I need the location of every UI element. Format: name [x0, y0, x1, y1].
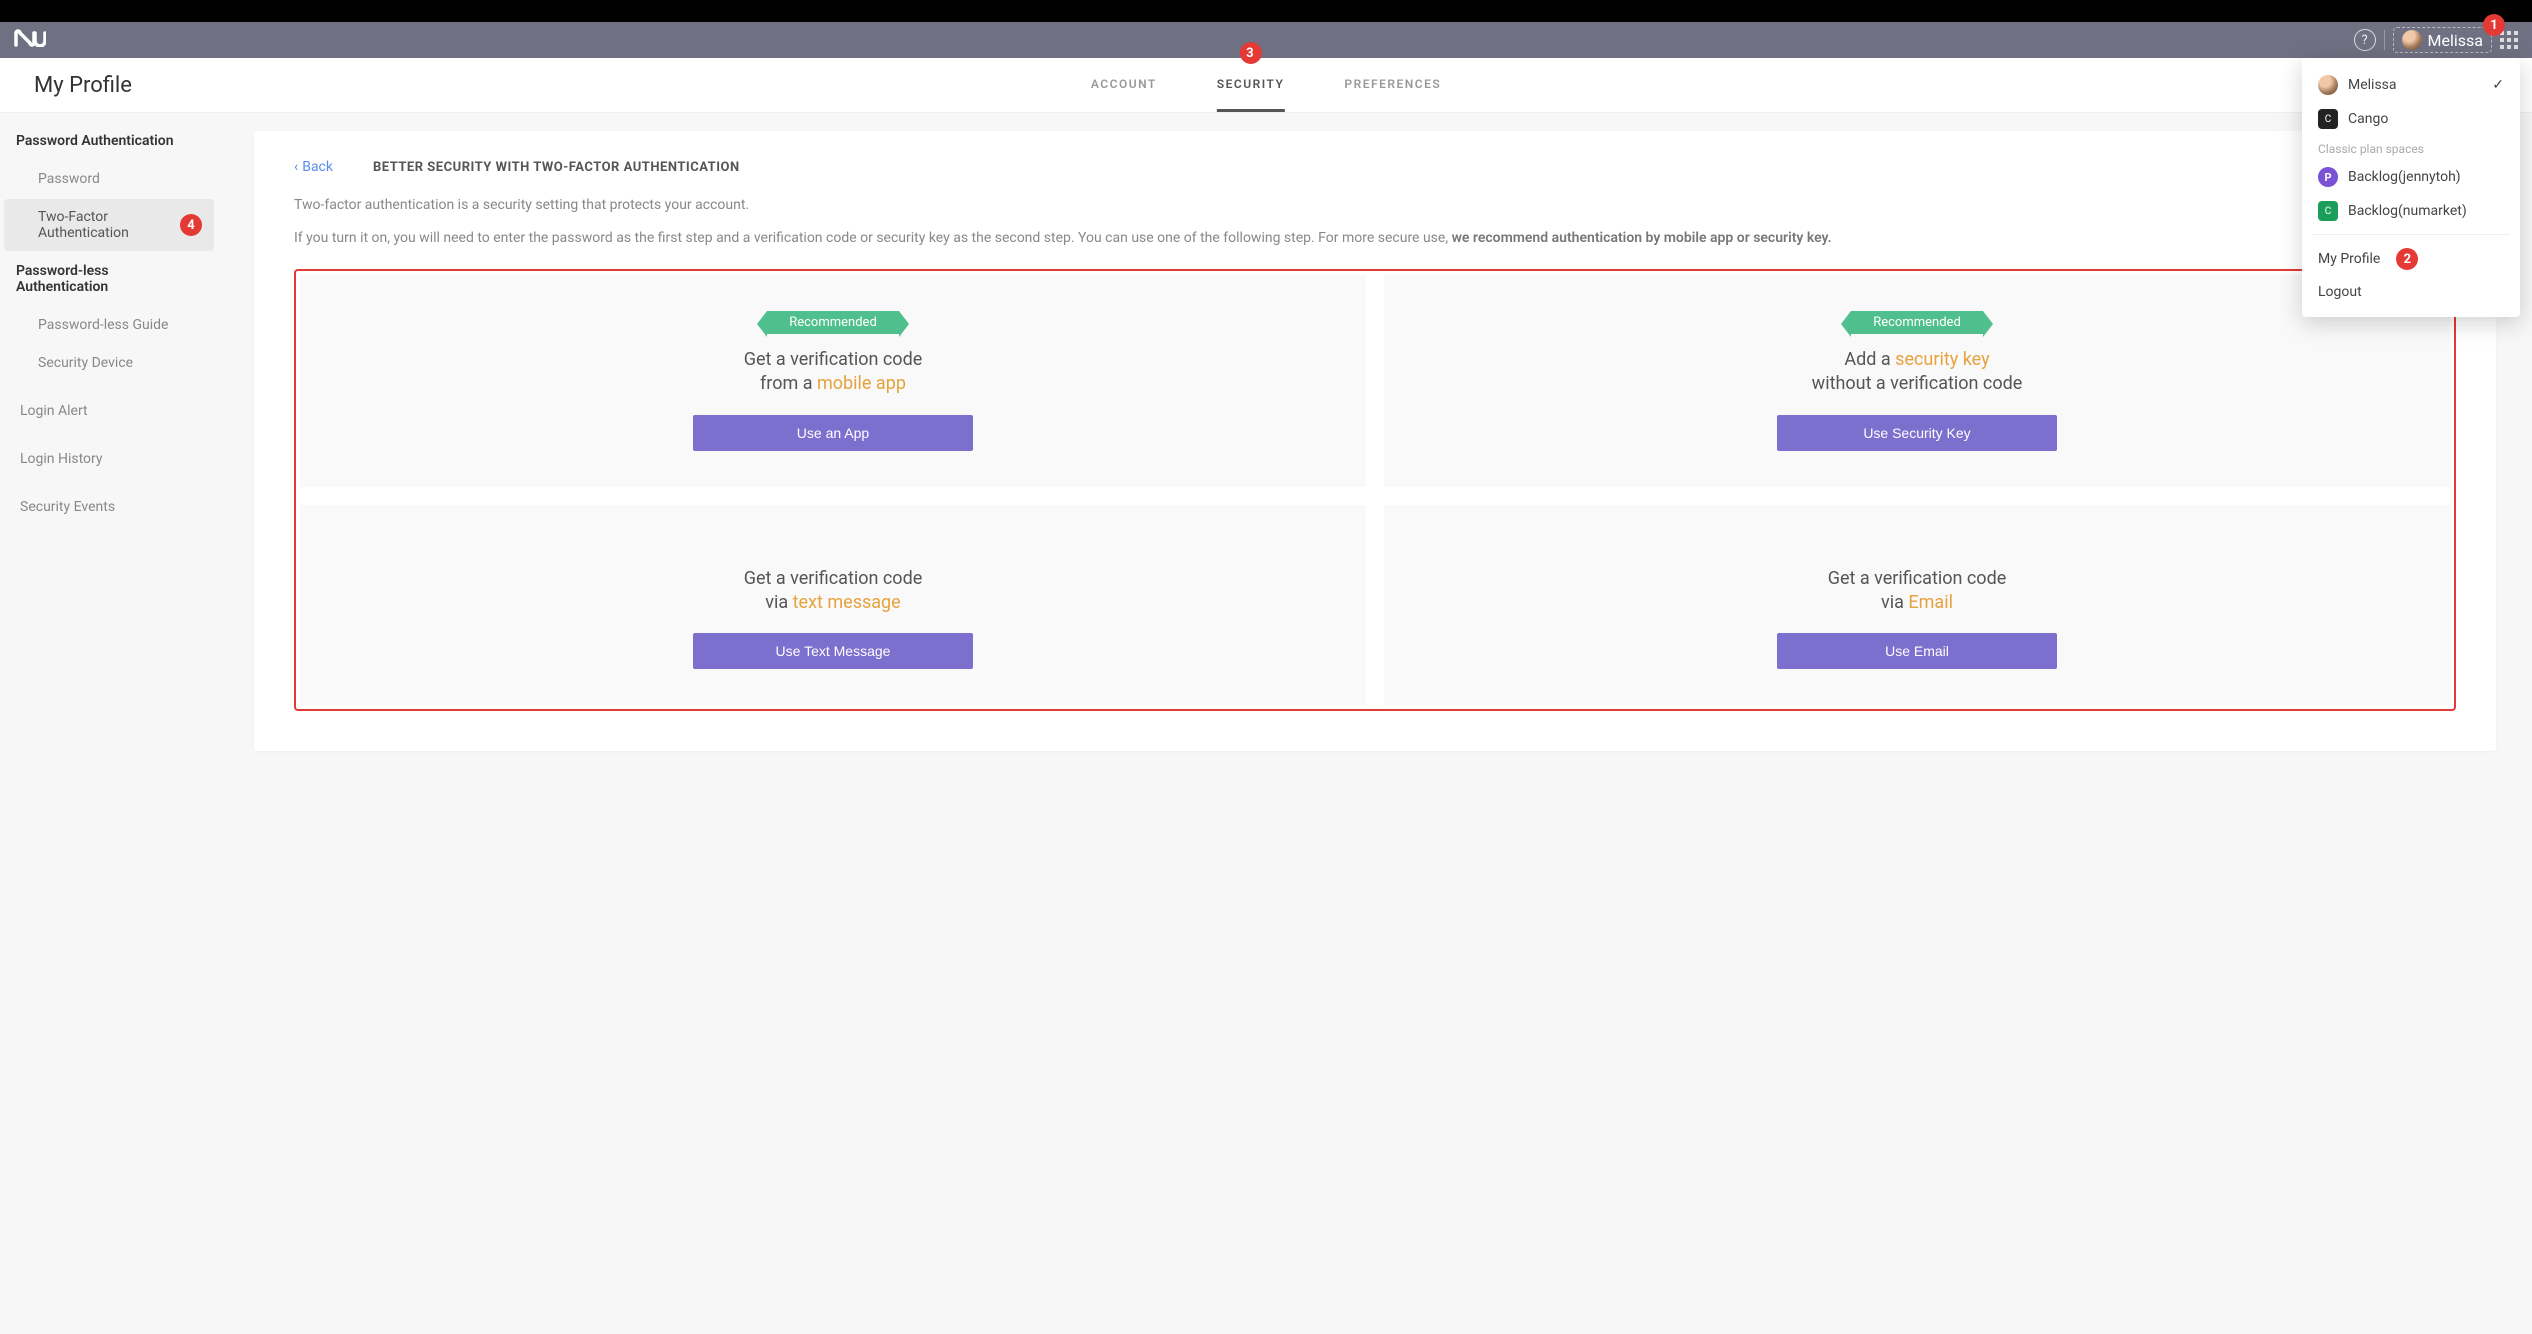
help-icon[interactable]: ?: [2354, 29, 2376, 51]
dropdown-space-backlog-numarket[interactable]: C Backlog(numarket): [2302, 194, 2520, 228]
tab-preferences[interactable]: PREFERENCES: [1344, 58, 1441, 112]
main-tabs: ACCOUNT SECURITY 3 PREFERENCES: [1091, 58, 1441, 112]
sidebar: Password Authentication Password Two-Fac…: [0, 113, 218, 769]
sidebar-item-security-events[interactable]: Security Events: [4, 489, 214, 525]
account-dropdown: Melissa ✓ C Cango Classic plan spaces P …: [2302, 58, 2520, 317]
chevron-left-icon: ‹: [294, 159, 298, 175]
content-panel: ‹ Back BETTER SECURITY WITH TWO-FACTOR A…: [254, 131, 2496, 751]
dropdown-my-profile[interactable]: My Profile 2: [2302, 241, 2520, 277]
dropdown-org-melissa[interactable]: Melissa ✓: [2302, 68, 2520, 102]
sidebar-section-password-auth: Password Authentication: [0, 133, 218, 161]
tab-security[interactable]: SECURITY 3: [1217, 58, 1285, 112]
topbar: ? Melissa 1: [0, 22, 2532, 58]
page-header: My Profile ACCOUNT SECURITY 3 PREFERENCE…: [0, 58, 2532, 113]
sidebar-item-login-history[interactable]: Login History: [4, 441, 214, 477]
sidebar-item-password[interactable]: Password: [4, 161, 214, 197]
method-card-app: Recommended Get a verification code from…: [300, 275, 1366, 487]
space-icon: P: [2318, 167, 2338, 187]
dropdown-org-cango[interactable]: C Cango: [2302, 102, 2520, 136]
recommended-ribbon: Recommended: [767, 311, 899, 334]
use-email-button[interactable]: Use Email: [1777, 633, 2057, 669]
annotation-1: 1: [2483, 14, 2505, 36]
method-title-email: Get a verification code via Email: [1424, 567, 2410, 616]
method-title-key: Add a security key without a verificatio…: [1424, 348, 2410, 397]
recommended-ribbon: Recommended: [1851, 311, 1983, 334]
sidebar-item-two-factor[interactable]: Two-Factor Authentication 4: [4, 199, 214, 251]
method-card-email: Get a verification code via Email Use Em…: [1384, 505, 2450, 706]
dropdown-space-backlog-jenny[interactable]: P Backlog(jennytoh): [2302, 160, 2520, 194]
page-title: My Profile: [34, 73, 132, 98]
window-blackbar: [0, 0, 2532, 22]
sidebar-item-login-alert[interactable]: Login Alert: [4, 393, 214, 429]
avatar-icon: [2318, 75, 2338, 95]
use-security-key-button[interactable]: Use Security Key: [1777, 415, 2057, 451]
content-desc-1: Two-factor authentication is a security …: [294, 195, 2456, 216]
space-icon: C: [2318, 201, 2338, 221]
app-logo: [14, 29, 46, 52]
content-desc-2: If you turn it on, you will need to ente…: [294, 228, 2456, 249]
back-link[interactable]: ‹ Back: [294, 159, 333, 175]
method-title-sms: Get a verification code via text message: [340, 567, 1326, 616]
content-heading: BETTER SECURITY WITH TWO-FACTOR AUTHENTI…: [373, 160, 740, 175]
tab-account[interactable]: ACCOUNT: [1091, 58, 1157, 112]
method-card-sms: Get a verification code via text message…: [300, 505, 1366, 706]
avatar-icon: [2402, 30, 2422, 50]
use-app-button[interactable]: Use an App: [693, 415, 973, 451]
annotation-2: 2: [2396, 248, 2418, 270]
method-card-security-key: Recommended Add a security key without a…: [1384, 275, 2450, 487]
check-icon: ✓: [2492, 77, 2504, 93]
topbar-divider: [2384, 30, 2385, 50]
method-grid: Recommended Get a verification code from…: [294, 269, 2456, 711]
apps-grid-icon[interactable]: [2500, 31, 2518, 49]
method-title-app: Get a verification code from a mobile ap…: [340, 348, 1326, 397]
annotation-3: 3: [1240, 42, 1262, 64]
annotation-4: 4: [180, 214, 202, 236]
topbar-username: Melissa: [2428, 31, 2483, 50]
user-menu-trigger[interactable]: Melissa 1: [2393, 27, 2492, 53]
sidebar-item-security-device[interactable]: Security Device: [4, 345, 214, 381]
org-icon: C: [2318, 109, 2338, 129]
dropdown-divider: [2312, 234, 2510, 235]
dropdown-section-classic: Classic plan spaces: [2302, 136, 2520, 160]
dropdown-logout[interactable]: Logout: [2302, 277, 2520, 307]
use-text-message-button[interactable]: Use Text Message: [693, 633, 973, 669]
sidebar-item-passwordless-guide[interactable]: Password-less Guide: [4, 307, 214, 343]
sidebar-section-passwordless: Password-less Authentication: [0, 263, 218, 307]
